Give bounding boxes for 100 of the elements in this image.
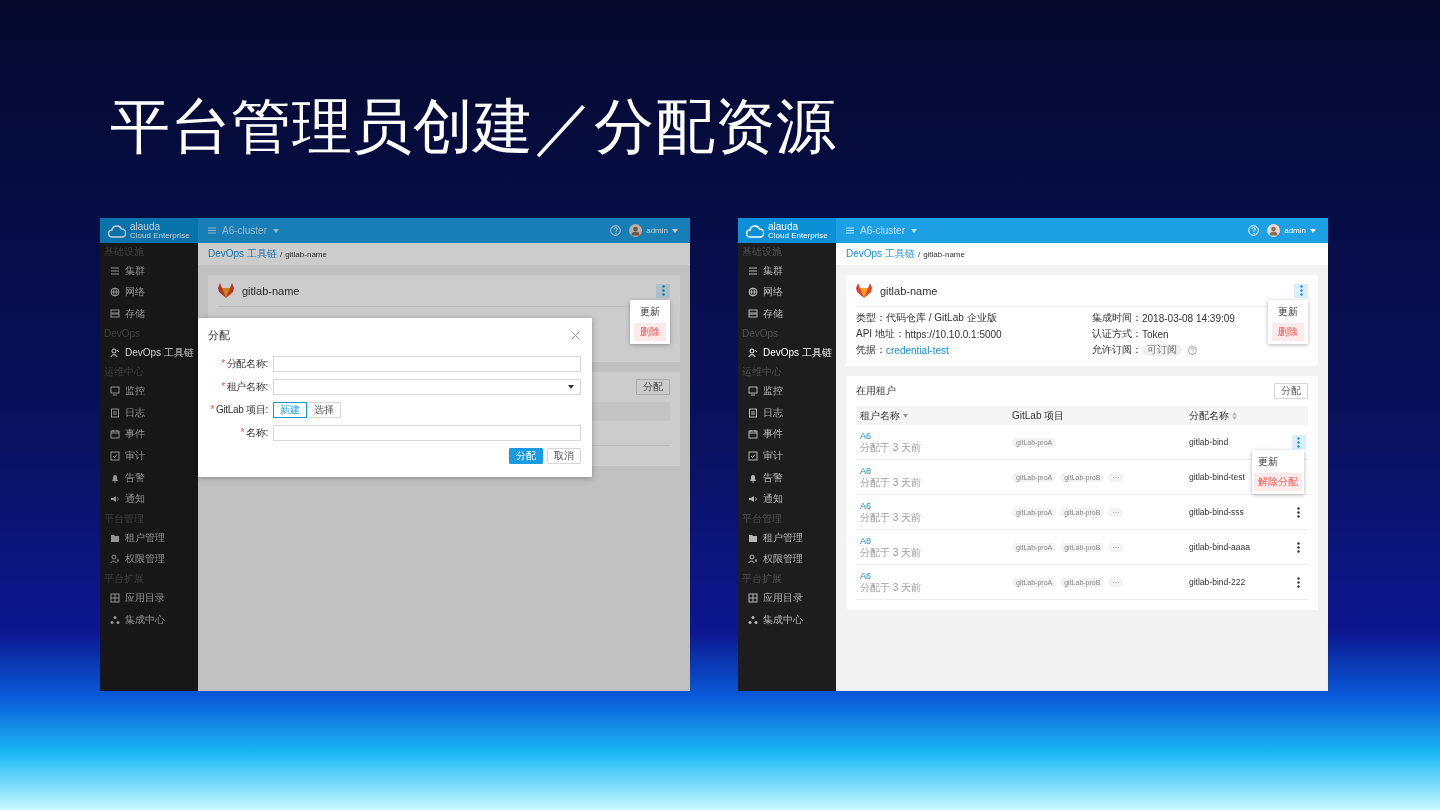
required-mark: * <box>221 358 225 370</box>
column-header[interactable]: GitLab 项目 <box>1012 408 1065 423</box>
detail-label: 集成时间： <box>1092 311 1142 325</box>
binding-name: gitlab-bind-aaaa <box>1189 542 1251 552</box>
tenant-link[interactable]: A8 <box>860 465 1012 477</box>
bell-icon <box>748 472 758 483</box>
tenant-link[interactable]: A6 <box>860 430 1012 442</box>
help-icon[interactable] <box>610 225 622 236</box>
select-field[interactable] <box>273 378 581 395</box>
nav-item[interactable]: 事件 <box>738 423 836 446</box>
detail-value: 代码仓库 / GitLab 企业版 <box>886 311 997 325</box>
breadcrumb-link[interactable]: DevOps 工具链 <box>846 247 915 261</box>
input-field[interactable] <box>273 424 581 441</box>
more-icon <box>1297 576 1300 588</box>
option-button[interactable]: 新建 <box>273 401 307 418</box>
detail-label: 类型： <box>856 311 886 325</box>
detail-value: 2018-03-08 14:39:09 <box>1142 312 1235 324</box>
nav-item[interactable]: 事件 <box>100 423 198 446</box>
more-button[interactable] <box>1291 435 1306 449</box>
app-grid-icon <box>110 592 120 603</box>
column-header[interactable]: 分配名称 <box>1189 408 1229 423</box>
more-button[interactable] <box>1294 283 1308 298</box>
network-icon <box>748 614 758 625</box>
option-button[interactable]: 选择 <box>307 401 341 418</box>
nav-item[interactable]: DevOps 工具链 <box>100 341 198 364</box>
nav-item[interactable]: DevOps 工具链 <box>738 341 836 364</box>
breadcrumb-link[interactable]: DevOps 工具链 <box>208 247 277 261</box>
menu-item[interactable]: 更新 <box>1254 453 1302 471</box>
more-icon <box>1297 436 1300 448</box>
binding-name: gitlab-bind-sss <box>1189 507 1245 517</box>
nav-item[interactable]: 权限管理 <box>100 548 198 571</box>
nav-item[interactable]: 审计 <box>100 445 198 467</box>
nav-item[interactable]: 日志 <box>100 401 198 424</box>
user-key-icon <box>748 554 758 565</box>
list-icon <box>110 265 120 276</box>
nav-item[interactable]: 集群 <box>100 260 198 282</box>
cancel-button[interactable]: 取消 <box>547 448 581 465</box>
tenant-link[interactable]: A6 <box>860 500 1012 512</box>
monitor-icon <box>110 386 120 397</box>
database-icon <box>748 309 758 319</box>
assign-button[interactable]: 分配 <box>636 379 670 395</box>
nav-item[interactable]: 租户管理 <box>100 526 198 549</box>
people-icon <box>748 347 758 358</box>
field-label: GitLab 项目: <box>215 402 268 417</box>
nav-item[interactable]: 通知 <box>100 488 198 510</box>
nav-item[interactable]: 日志 <box>738 401 836 424</box>
folder-icon <box>748 532 758 543</box>
avatar-icon <box>629 224 643 237</box>
nav-item[interactable]: 存储 <box>100 303 198 325</box>
calendar-icon <box>110 429 120 440</box>
nav-item[interactable]: 权限管理 <box>738 548 836 571</box>
nav-item[interactable]: 告警 <box>100 466 198 489</box>
more-icon <box>1297 541 1300 553</box>
assign-button[interactable]: 分配 <box>1274 383 1308 399</box>
nav-item[interactable]: 集群 <box>738 260 836 282</box>
column-header[interactable]: 租户名称 <box>860 408 900 423</box>
menu-item[interactable]: 更新 <box>634 303 666 321</box>
slide-title: 平台管理员创建／分配资源 <box>110 92 836 162</box>
nav-item[interactable]: 告警 <box>738 466 836 489</box>
status-tag: 可订阅 <box>1142 344 1182 356</box>
nav-item[interactable]: 集成中心 <box>738 608 836 631</box>
fox-logo-icon <box>856 283 872 298</box>
input-field[interactable] <box>273 355 581 372</box>
caret-icon <box>273 228 279 233</box>
calendar-icon <box>748 429 758 440</box>
credential-link[interactable]: credential-test <box>886 344 949 356</box>
list-icon <box>846 227 854 234</box>
nav-item[interactable]: 监控 <box>100 380 198 402</box>
nav-item[interactable]: 通知 <box>738 488 836 510</box>
more-icon <box>1297 506 1300 518</box>
required-mark: * <box>221 381 225 393</box>
nav-item[interactable]: 集成中心 <box>100 608 198 631</box>
network-icon <box>110 614 120 625</box>
tenant-link[interactable]: A6 <box>860 570 1012 582</box>
tenant-link[interactable]: A8 <box>860 535 1012 547</box>
caret-icon <box>568 384 574 389</box>
nav-item[interactable]: 租户管理 <box>738 526 836 549</box>
nav-item[interactable]: 监控 <box>738 380 836 402</box>
detail-value: https://10.10.0.1:5000 <box>904 328 1002 340</box>
fox-logo-icon <box>218 283 234 298</box>
nav-item[interactable]: 应用目录 <box>738 587 836 609</box>
field-label: 租户名称: <box>226 379 268 394</box>
detail-label: 认证方式： <box>1092 327 1142 341</box>
nav-item[interactable]: 审计 <box>738 445 836 467</box>
breadcrumb-separator: / <box>917 249 921 259</box>
binding-name: gitlab-bind-222 <box>1189 577 1247 587</box>
nav-item[interactable]: 应用目录 <box>100 587 198 609</box>
help-icon[interactable] <box>1248 225 1260 236</box>
more-icon <box>1299 285 1303 296</box>
close-icon[interactable] <box>571 330 580 340</box>
nav-item[interactable]: 存储 <box>738 303 836 325</box>
more-button[interactable] <box>656 283 670 298</box>
menu-item[interactable]: 更新 <box>1272 303 1304 321</box>
checklist-icon <box>110 450 120 461</box>
assigned-time: 分配于 3 天前 <box>860 442 923 454</box>
assigned-time: 分配于 3 天前 <box>860 547 923 559</box>
nav-item[interactable]: 网络 <box>100 281 198 304</box>
binding-name: gitlab-bind <box>1189 437 1230 447</box>
detail-label: API 地址： <box>856 327 905 339</box>
nav-item[interactable]: 网络 <box>738 281 836 304</box>
